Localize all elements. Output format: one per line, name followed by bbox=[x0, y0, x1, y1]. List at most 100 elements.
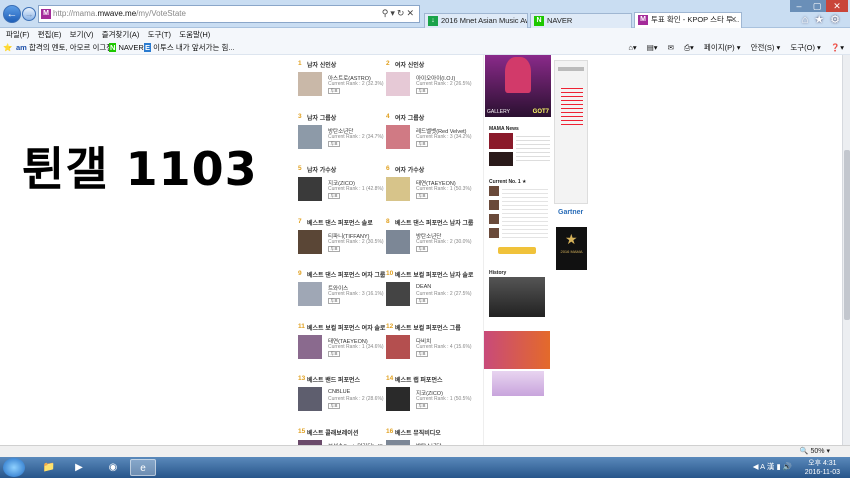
safety-menu[interactable]: 안전(S) ▾ bbox=[751, 43, 781, 52]
artist-thumbnail bbox=[386, 282, 410, 306]
scrollbar-thumb[interactable] bbox=[844, 150, 850, 320]
ad-banner-1[interactable] bbox=[484, 331, 550, 369]
news-thumb-2[interactable] bbox=[489, 152, 513, 166]
explorer-taskbar-icon[interactable]: 📁 bbox=[36, 459, 62, 476]
category-title: 베스트 댄스 퍼포먼스 여자 그룹 bbox=[307, 273, 386, 279]
home-page-icon[interactable]: ⌂▾ bbox=[628, 43, 636, 52]
artist-thumbnail bbox=[386, 72, 410, 96]
vote-button[interactable]: 투표 bbox=[328, 403, 340, 409]
close-window-button[interactable]: ✕ bbox=[826, 0, 848, 12]
feeds-icon[interactable]: ▤▾ bbox=[647, 43, 658, 52]
favorite-item-etoos[interactable]: E 이투스 내가 앞서가는 힘... bbox=[144, 42, 235, 54]
volume-icon[interactable]: 🔊 bbox=[783, 462, 792, 471]
category-number: 2 bbox=[386, 60, 390, 67]
vote-category: 3 남자 그룹상 방탄소년단 Current Rank : 2 (34.7%) 투표 bbox=[298, 113, 384, 165]
artist-thumbnail bbox=[298, 72, 322, 96]
vote-button[interactable]: 투표 bbox=[416, 88, 428, 94]
vote-button[interactable]: 투표 bbox=[416, 193, 428, 199]
gallery-banner[interactable]: GALLERY GOT7 bbox=[485, 55, 551, 117]
menu-edit[interactable]: 편집(E) bbox=[38, 28, 62, 41]
system-tray: ◀ A 漢 ▮ 🔊 bbox=[753, 461, 792, 472]
gear-icon[interactable]: ⚙ bbox=[830, 14, 846, 26]
artist-thumbnail bbox=[298, 282, 322, 306]
address-bar[interactable]: M http://mama.mwave.me/my/VoteState ⚲▾↻✕ bbox=[38, 5, 420, 23]
tab-naver[interactable]: N NAVER bbox=[530, 13, 632, 28]
forward-button[interactable]: → bbox=[22, 7, 36, 21]
vote-button[interactable]: 투표 bbox=[328, 298, 340, 304]
overlay-caption: 튄갤 1103 bbox=[22, 142, 258, 196]
news-text-lines bbox=[516, 133, 550, 163]
favorite-item-naver[interactable]: N NAVER bbox=[109, 42, 144, 54]
category-number: 4 bbox=[386, 112, 390, 120]
maximize-button[interactable]: ▢ bbox=[808, 0, 826, 12]
zoom-level[interactable]: 🔍 50% ▾ bbox=[800, 446, 830, 457]
vote-button[interactable]: 투표 bbox=[416, 298, 428, 304]
address-tools[interactable]: ⚲▾↻✕ bbox=[382, 8, 416, 19]
ime-indicator[interactable]: A 漢 bbox=[760, 462, 774, 471]
category-title: 남자 가수상 bbox=[307, 168, 337, 174]
more-button[interactable] bbox=[498, 247, 536, 254]
vote-button[interactable]: 투표 bbox=[416, 403, 428, 409]
vote-button[interactable]: 투표 bbox=[328, 88, 340, 94]
current-rank: Current Rank : 2 (32.3%) bbox=[328, 81, 384, 87]
clock-date: 2016-11-03 bbox=[804, 469, 840, 476]
favorite-item-amor[interactable]: am 합격의 멘토, 아모르 이그잼 bbox=[16, 42, 113, 54]
home-icon[interactable]: ⌂ bbox=[802, 14, 815, 26]
vote-button[interactable]: 투표 bbox=[416, 245, 428, 252]
vertical-scrollbar[interactable] bbox=[842, 55, 850, 445]
page-menu[interactable]: 페이지(P) ▾ bbox=[704, 43, 741, 52]
vote-button[interactable]: 투표 bbox=[416, 140, 428, 147]
vote-button[interactable]: 투표 bbox=[416, 350, 428, 357]
vote-category: 6 여자 가수상 태연(TAEYEON) Current Rank : 1 (50.3… bbox=[386, 165, 472, 217]
artist-thumbnail bbox=[386, 334, 410, 359]
menu-help[interactable]: 도움말(H) bbox=[179, 28, 210, 41]
start-button[interactable] bbox=[3, 458, 25, 477]
menu-file[interactable]: 파일(F) bbox=[6, 28, 29, 41]
menu-favorites[interactable]: 즐겨찾기(A) bbox=[102, 28, 140, 41]
category-number: 10 bbox=[386, 270, 394, 277]
vote-button[interactable]: 투표 bbox=[328, 350, 340, 357]
vote-button[interactable]: 투표 bbox=[328, 245, 340, 252]
tools-menu[interactable]: 도구(O) ▾ bbox=[790, 43, 820, 52]
favorites-star-icon[interactable]: ⭐ bbox=[3, 42, 12, 54]
media-player-taskbar-icon[interactable]: ▶ bbox=[66, 459, 92, 476]
vote-button[interactable]: 투표 bbox=[328, 193, 340, 199]
minimize-button[interactable]: – bbox=[790, 0, 808, 12]
print-icon[interactable]: ⎙▾ bbox=[684, 43, 694, 52]
news-thumb-1[interactable] bbox=[489, 133, 513, 149]
category-title: 여자 신인상 bbox=[395, 63, 425, 69]
vote-button[interactable]: 투표 bbox=[328, 140, 340, 147]
chrome-taskbar-icon[interactable]: ◉ bbox=[100, 459, 126, 476]
back-button[interactable]: ← bbox=[3, 5, 21, 23]
artist-thumbnail bbox=[386, 124, 410, 149]
history-photo[interactable] bbox=[489, 277, 545, 317]
vote-category: 15베스트 콜래보레이션부석순(feat. 던기다), (Seventeen)투… bbox=[298, 428, 407, 445]
category-number: 16 bbox=[386, 427, 394, 435]
tab-mama[interactable]: ↓ 2016 Mnet Asian Music Awar... bbox=[424, 13, 528, 28]
clock[interactable]: 오후 4:31 2016-11-03 bbox=[805, 459, 840, 477]
current-rank: Current Rank : 2 (27.5%) bbox=[416, 291, 472, 297]
favorites-bar: ⭐ am 합격의 멘토, 아모르 이그잼 N NAVER E 이투스 내가 앞서… bbox=[0, 41, 850, 55]
artist-thumbnail bbox=[298, 387, 322, 411]
ie-taskbar-icon[interactable]: e bbox=[130, 459, 156, 476]
category-number: 8 bbox=[386, 217, 390, 225]
browser-titlebar: ← → M http://mama.mwave.me/my/VoteState … bbox=[0, 0, 850, 28]
news-title: MAMA News bbox=[489, 126, 519, 132]
clock-time: 오후 4:31 bbox=[808, 460, 837, 467]
category-title: 베스트 댄스 퍼포먼스 솔로 bbox=[307, 220, 373, 227]
category-number: 1 bbox=[298, 60, 302, 67]
close-tab-icon[interactable]: ✕ bbox=[730, 13, 737, 26]
menu-tools[interactable]: 도구(T) bbox=[148, 28, 171, 41]
url-text: http://mama.mwave.me/my/VoteState bbox=[53, 9, 186, 18]
mail-icon[interactable]: ✉ bbox=[668, 43, 674, 52]
artist-thumbnail bbox=[298, 334, 322, 359]
help-icon[interactable]: ❓▾ bbox=[831, 43, 844, 52]
menu-view[interactable]: 보기(V) bbox=[70, 28, 94, 41]
mama-ad[interactable]: ★ 2016 MAMA bbox=[556, 227, 587, 270]
tab-vote-active[interactable]: M 투표 확인 - KPOP 스타 투... ✕ bbox=[634, 12, 742, 28]
ad-banner-2[interactable] bbox=[492, 371, 544, 396]
star-icon[interactable]: ★ bbox=[814, 14, 830, 26]
artist-thumbnail bbox=[298, 177, 322, 201]
ad-skyscraper[interactable]: Gartner bbox=[554, 60, 588, 216]
stop-icon[interactable]: ✕ bbox=[406, 8, 416, 18]
